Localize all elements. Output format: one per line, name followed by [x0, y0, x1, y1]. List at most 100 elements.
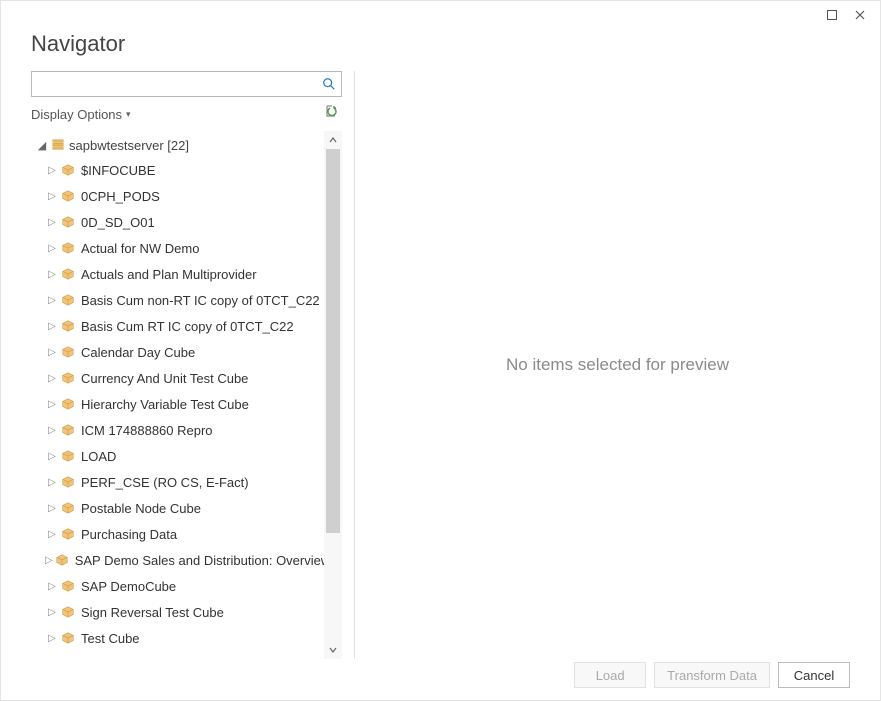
tree-root-label: sapbwtestserver [22]: [69, 138, 189, 153]
tree-item[interactable]: ▷ Sign Reversal Test Cube: [45, 599, 324, 625]
refresh-icon[interactable]: [324, 105, 342, 123]
cube-icon: [61, 449, 75, 463]
tree-item[interactable]: ▷ 0CPH_PODS: [45, 183, 324, 209]
tree-item-label: Sign Reversal Test Cube: [81, 605, 224, 620]
tree-item-label: Hierarchy Variable Test Cube: [81, 397, 249, 412]
cube-icon: [61, 345, 75, 359]
cube-icon: [61, 423, 75, 437]
search-input[interactable]: [32, 73, 317, 95]
cube-icon: [61, 397, 75, 411]
tree-item-label: Basis Cum non-RT IC copy of 0TCT_C22: [81, 293, 320, 308]
expand-icon[interactable]: ▷: [45, 425, 59, 436]
cube-icon: [61, 293, 75, 307]
tree-item[interactable]: ▷ SAP DemoCube: [45, 573, 324, 599]
window-close-icon[interactable]: [846, 4, 874, 26]
load-button[interactable]: Load: [574, 662, 646, 688]
cube-icon: [61, 475, 75, 489]
tree-item-label: PERF_CSE (RO CS, E-Fact): [81, 475, 249, 490]
tree-item[interactable]: ▷ $INFOCUBE: [45, 157, 324, 183]
tree-item-label: Actuals and Plan Multiprovider: [81, 267, 257, 282]
search-icon[interactable]: [317, 77, 341, 91]
expand-icon[interactable]: ▷: [45, 165, 59, 176]
expand-icon[interactable]: ▷: [45, 191, 59, 202]
tree-item-label: Postable Node Cube: [81, 501, 201, 516]
cube-icon: [61, 527, 75, 541]
tree-item[interactable]: ▷ 0D_SD_O01: [45, 209, 324, 235]
navigator-tree: ◢ sapbwtestserver [22] ▷ $INFOCUBE ▷ 0CPH_P…: [31, 131, 324, 651]
tree-item-label: SAP DemoCube: [81, 579, 176, 594]
expand-icon[interactable]: ▷: [45, 477, 59, 488]
tree-scrollbar[interactable]: [324, 131, 342, 659]
tree-item-label: ICM 174888860 Repro: [81, 423, 213, 438]
expand-icon[interactable]: ▷: [45, 217, 59, 228]
window-maximize-icon[interactable]: [818, 4, 846, 26]
content-area: Display Options ▾ ◢: [1, 71, 880, 659]
tree-item-label: Calendar Day Cube: [81, 345, 195, 360]
transform-data-button[interactable]: Transform Data: [654, 662, 770, 688]
tree-item[interactable]: ▷SAP Demo Sales and Distribution: Overvi…: [45, 547, 324, 573]
tree-item[interactable]: ▷ Postable Node Cube: [45, 495, 324, 521]
tree-item-label: 0CPH_PODS: [81, 189, 160, 204]
titlebar: [1, 1, 880, 29]
tree-item-label: $INFOCUBE: [81, 163, 155, 178]
tree-item[interactable]: ▷ Actual for NW Demo: [45, 235, 324, 261]
server-icon: [51, 138, 65, 152]
navigator-left-pane: Display Options ▾ ◢: [31, 71, 355, 659]
search-box[interactable]: [31, 71, 342, 97]
tree-item[interactable]: ▷ Actuals and Plan Multiprovider: [45, 261, 324, 287]
expand-icon[interactable]: ▷: [45, 529, 59, 540]
dialog-header: Navigator: [1, 29, 880, 71]
cube-icon: [61, 579, 75, 593]
expand-icon[interactable]: ▷: [45, 451, 59, 462]
scrollbar-thumb[interactable]: [326, 149, 340, 533]
tree-item[interactable]: ▷ Currency And Unit Test Cube: [45, 365, 324, 391]
dialog-footer: Load Transform Data Cancel: [1, 650, 880, 700]
cube-icon: [61, 631, 75, 645]
preview-pane: No items selected for preview: [355, 71, 880, 659]
tree-item[interactable]: ▷Purchasing Data: [45, 521, 324, 547]
cube-icon: [61, 605, 75, 619]
expand-icon[interactable]: ▷: [45, 243, 59, 254]
tree-item-label: 0D_SD_O01: [81, 215, 155, 230]
collapse-icon[interactable]: ◢: [35, 139, 49, 152]
cancel-button[interactable]: Cancel: [778, 662, 850, 688]
expand-icon[interactable]: ▷: [45, 633, 59, 644]
tree-item[interactable]: ▷ Basis Cum non-RT IC copy of 0TCT_C22: [45, 287, 324, 313]
expand-icon[interactable]: ▷: [45, 581, 59, 592]
tree-item[interactable]: ▷ Calendar Day Cube: [45, 339, 324, 365]
tree-root-server[interactable]: ◢ sapbwtestserver [22]: [31, 133, 324, 157]
expand-icon[interactable]: ▷: [45, 503, 59, 514]
tree-item[interactable]: ▷ Hierarchy Variable Test Cube: [45, 391, 324, 417]
display-options-dropdown[interactable]: Display Options ▾: [31, 107, 131, 122]
expand-icon[interactable]: ▷: [45, 399, 59, 410]
options-row: Display Options ▾: [31, 97, 342, 131]
tree-container: ◢ sapbwtestserver [22] ▷ $INFOCUBE ▷ 0CPH_P…: [31, 131, 342, 659]
tree-children: ▷ $INFOCUBE ▷ 0CPH_PODS ▷ 0D_SD_O01 ▷ Actual fo…: [31, 157, 324, 651]
cube-icon: [61, 215, 75, 229]
preview-empty-message: No items selected for preview: [506, 355, 729, 375]
scrollbar-track[interactable]: [324, 149, 342, 641]
cube-icon: [61, 371, 75, 385]
tree-item[interactable]: ▷Test Cube: [45, 625, 324, 651]
cube-icon: [61, 501, 75, 515]
cube-icon: [61, 163, 75, 177]
tree-item[interactable]: ▷Basis Cum RT IC copy of 0TCT_C22: [45, 313, 324, 339]
tree-item-label: Actual for NW Demo: [81, 241, 199, 256]
expand-icon[interactable]: ▷: [45, 607, 59, 618]
tree-item[interactable]: ▷ ICM 174888860 Repro: [45, 417, 324, 443]
expand-icon[interactable]: ▷: [45, 295, 59, 306]
expand-icon[interactable]: ▷: [45, 321, 59, 332]
cube-icon: [61, 267, 75, 281]
expand-icon[interactable]: ▷: [45, 347, 59, 358]
cube-icon: [55, 553, 69, 567]
scroll-up-icon[interactable]: [324, 131, 342, 149]
expand-icon[interactable]: ▷: [45, 269, 59, 280]
display-options-label: Display Options: [31, 107, 122, 122]
expand-icon[interactable]: ▷: [45, 373, 59, 384]
expand-icon[interactable]: ▷: [45, 555, 53, 566]
tree-item-label: LOAD: [81, 449, 116, 464]
cube-icon: [61, 189, 75, 203]
tree-item-label: Currency And Unit Test Cube: [81, 371, 248, 386]
tree-item[interactable]: ▷ PERF_CSE (RO CS, E-Fact): [45, 469, 324, 495]
tree-item[interactable]: ▷ LOAD: [45, 443, 324, 469]
